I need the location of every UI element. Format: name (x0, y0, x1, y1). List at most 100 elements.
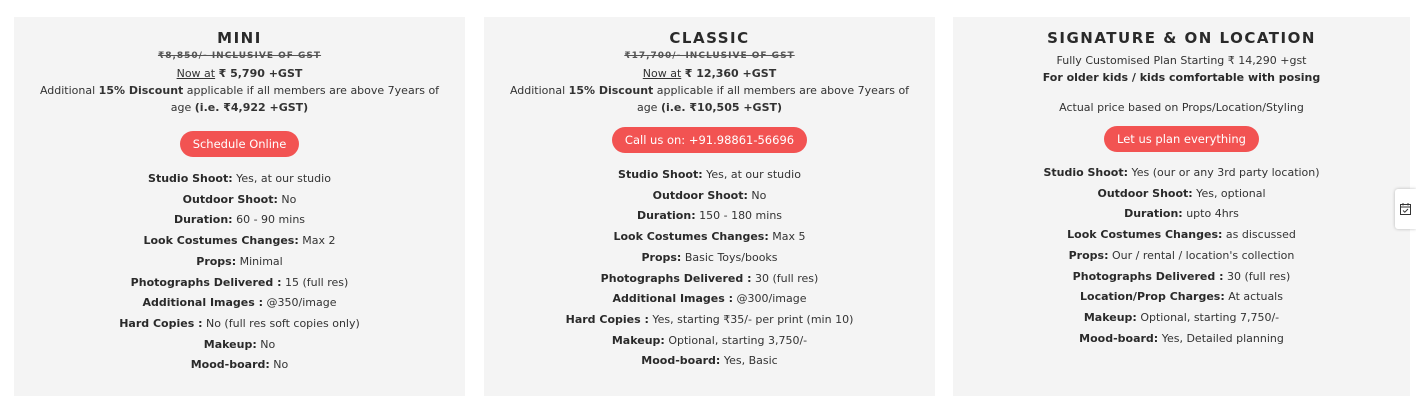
spec-label: Studio Shoot: (1043, 166, 1129, 179)
spec-label: Location/Prop Charges: (1080, 290, 1225, 304)
price-note: Actual price based on Props/Location/Sty… (1059, 101, 1304, 114)
now-price: ₹ 5,790 +GST (218, 67, 303, 80)
spec-label: Hard Copies : (565, 312, 649, 326)
spec-row: Makeup: Optional, starting 3,750/- (484, 331, 935, 352)
current-price: Now at ₹ 5,790 +GST (14, 65, 465, 82)
spec-value: Minimal (236, 254, 283, 268)
discount-price: (i.e. ₹4,922 +GST) (194, 101, 309, 114)
discount-amount: 15% Discount (568, 84, 654, 97)
plan-card-mini: MINI ₹8,850/- INCLUSIVE OF GST Now at ₹ … (14, 17, 465, 396)
spec-value: Basic Toys/books (681, 250, 778, 264)
spec-label: Makeup: (203, 337, 257, 351)
original-price: ₹17,700/- INCLUSIVE OF GST (624, 51, 795, 61)
spec-list: Studio Shoot: Yes, at our studio Outdoor… (14, 169, 465, 376)
spec-label: Mood-board: (1079, 331, 1159, 345)
spec-value: as discussed (1222, 228, 1296, 242)
spec-label: Makeup: (1083, 310, 1137, 324)
spec-list: Studio Shoot: Yes (our or any 3rd party … (953, 163, 1410, 349)
spec-value: @350/image (263, 296, 337, 310)
spec-label: Duration: (1124, 207, 1183, 221)
booking-widget-tab[interactable] (1395, 189, 1416, 229)
spec-value: @300/image (733, 292, 807, 306)
spec-row: Duration: upto 4hrs (953, 204, 1410, 225)
plan-title: CLASSIC (669, 29, 750, 47)
spec-label: Props: (196, 254, 237, 268)
now-label: Now at (176, 67, 216, 80)
calendar-check-icon (1400, 203, 1411, 215)
spec-label: Photographs Delivered : (600, 271, 752, 285)
discount-note: Additional 15% Discount applicable if al… (14, 82, 465, 116)
spec-label: Outdoor Shoot: (182, 192, 278, 206)
plan-everything-button[interactable]: Let us plan everything (1104, 126, 1259, 152)
spec-row: Look Costumes Changes: Max 2 (14, 231, 465, 252)
spec-row: Hard Copies : Yes, starting ₹35/- per pr… (484, 310, 935, 331)
spec-value: Yes, starting ₹35/- per print (min 10) (648, 312, 854, 326)
spec-row: Look Costumes Changes: as discussed (953, 225, 1410, 246)
spec-row: Studio Shoot: Yes, at our studio (484, 165, 935, 186)
spec-row: Outdoor Shoot: Yes, optional (953, 184, 1410, 205)
spec-row: Additional Images : @300/image (484, 289, 935, 310)
spec-row: Outdoor Shoot: No (14, 190, 465, 211)
spec-row: Mood-board: Yes, Basic (484, 351, 935, 372)
spec-label: Look Costumes Changes: (613, 230, 769, 244)
spec-label: Makeup: (611, 333, 665, 347)
spec-value: 15 (full res) (281, 275, 349, 289)
current-price: Now at ₹ 12,360 +GST (484, 65, 935, 82)
discount-prefix: Additional (39, 84, 99, 97)
spec-value: Optional, starting 7,750/- (1136, 310, 1280, 324)
call-us-button[interactable]: Call us on: +91.98861-56696 (611, 127, 808, 153)
spec-value: Yes, optional (1192, 186, 1266, 200)
plan-card-signature: SIGNATURE & ON LOCATION Fully Customised… (953, 17, 1410, 396)
now-price: ₹ 12,360 +GST (684, 67, 777, 80)
spec-row: Makeup: No (14, 335, 465, 356)
spec-row: Hard Copies : No (full res soft copies o… (14, 314, 465, 335)
spec-value: Yes, Basic (720, 354, 778, 368)
spec-value: No (747, 188, 767, 202)
spec-value: 30 (full res) (1223, 269, 1291, 283)
spec-value: 150 - 180 mins (695, 209, 783, 223)
spec-label: Photographs Delivered : (130, 275, 282, 289)
spec-row: Props: Our / rental / location's collect… (953, 246, 1410, 267)
spec-row: Mood-board: No (14, 355, 465, 376)
spec-label: Props: (1068, 248, 1109, 262)
spec-row: Mood-board: Yes, Detailed planning (953, 329, 1410, 350)
spec-value: Max 2 (298, 234, 336, 248)
spec-label: Mood-board: (641, 354, 721, 368)
spec-label: Props: (641, 250, 682, 264)
spec-label: Additional Images : (142, 296, 264, 310)
spec-label: Hard Copies : (119, 316, 203, 330)
discount-amount: 15% Discount (98, 84, 184, 97)
spec-value: Our / rental / location's collection (1108, 248, 1295, 262)
plan-title: MINI (217, 29, 262, 47)
schedule-online-button[interactable]: Schedule Online (179, 131, 300, 157)
spec-value: upto 4hrs (1182, 207, 1239, 221)
original-price: ₹8,850/- INCLUSIVE OF GST (157, 51, 322, 61)
spec-value: Max 5 (768, 230, 806, 244)
spec-value: Yes, at our studio (702, 168, 801, 181)
spec-value: At actuals (1224, 290, 1283, 304)
spec-value: No (full res soft copies only) (202, 316, 360, 330)
discount-prefix: Additional (509, 84, 569, 97)
spec-label: Duration: (173, 213, 233, 227)
plan-title: SIGNATURE & ON LOCATION (1047, 29, 1316, 47)
spec-label: Mood-board: (190, 358, 270, 372)
spec-row: Studio Shoot: Yes, at our studio (14, 169, 465, 190)
spec-value: 60 - 90 mins (232, 213, 306, 227)
spec-row: Look Costumes Changes: Max 5 (484, 227, 935, 248)
spec-label: Look Costumes Changes: (143, 234, 299, 248)
discount-note: Additional 15% Discount applicable if al… (484, 82, 935, 116)
spec-row: Duration: 150 - 180 mins (484, 206, 935, 227)
spec-label: Studio Shoot: (148, 172, 233, 185)
spec-row: Duration: 60 - 90 mins (14, 210, 465, 231)
spec-label: Outdoor Shoot: (652, 188, 748, 202)
discount-price: (i.e. ₹10,505 +GST) (660, 101, 783, 114)
spec-label: Look Costumes Changes: (1067, 228, 1223, 242)
spec-value: Optional, starting 3,750/- (664, 333, 808, 347)
spec-value: No (277, 192, 297, 206)
spec-row: Additional Images : @350/image (14, 293, 465, 314)
spec-list: Studio Shoot: Yes, at our studio Outdoor… (484, 165, 935, 372)
spec-row: Studio Shoot: Yes (our or any 3rd party … (953, 163, 1410, 184)
spec-row: Photographs Delivered : 15 (full res) (14, 273, 465, 294)
plan-audience: For older kids / kids comfortable with p… (1042, 71, 1321, 84)
spec-value: Yes, Detailed planning (1158, 331, 1284, 345)
